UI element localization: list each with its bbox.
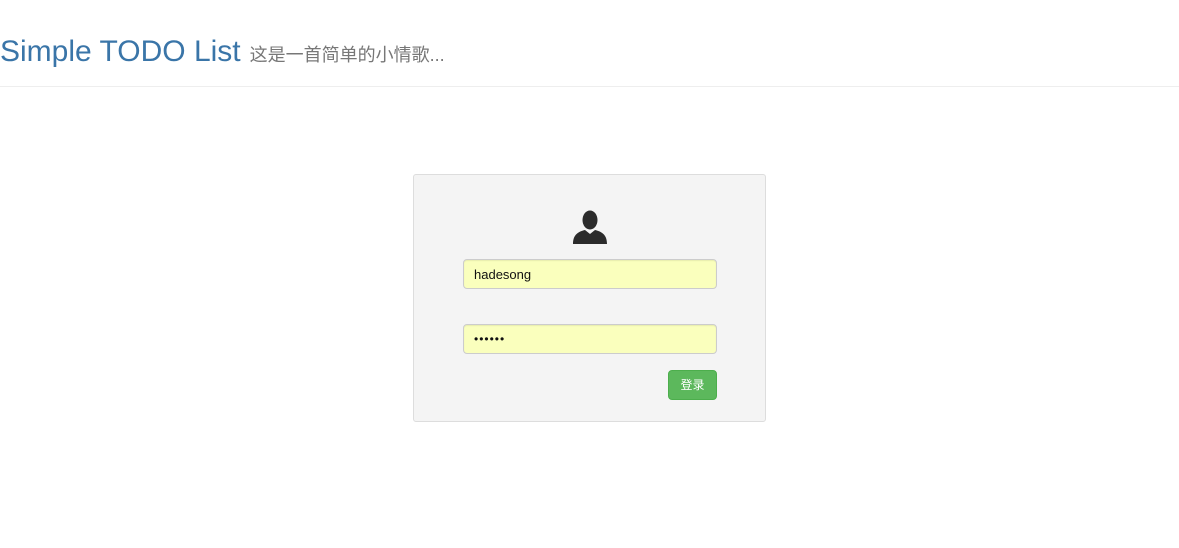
app-subtitle: 这是一首简单的小情歌... bbox=[249, 45, 445, 65]
brand: Simple TODO List 这是一首简单的小情歌... bbox=[0, 34, 445, 73]
user-icon bbox=[573, 210, 607, 244]
password-input[interactable]: •••••• bbox=[463, 324, 717, 354]
login-button[interactable]: 登录 bbox=[668, 370, 717, 400]
app-title-link[interactable]: Simple TODO List bbox=[0, 34, 241, 70]
password-mask: •••••• bbox=[474, 332, 506, 346]
login-panel: •••••• 登录 bbox=[413, 174, 766, 422]
username-input[interactable] bbox=[463, 259, 717, 289]
page-header: Simple TODO List 这是一首简单的小情歌... bbox=[0, 0, 1179, 87]
